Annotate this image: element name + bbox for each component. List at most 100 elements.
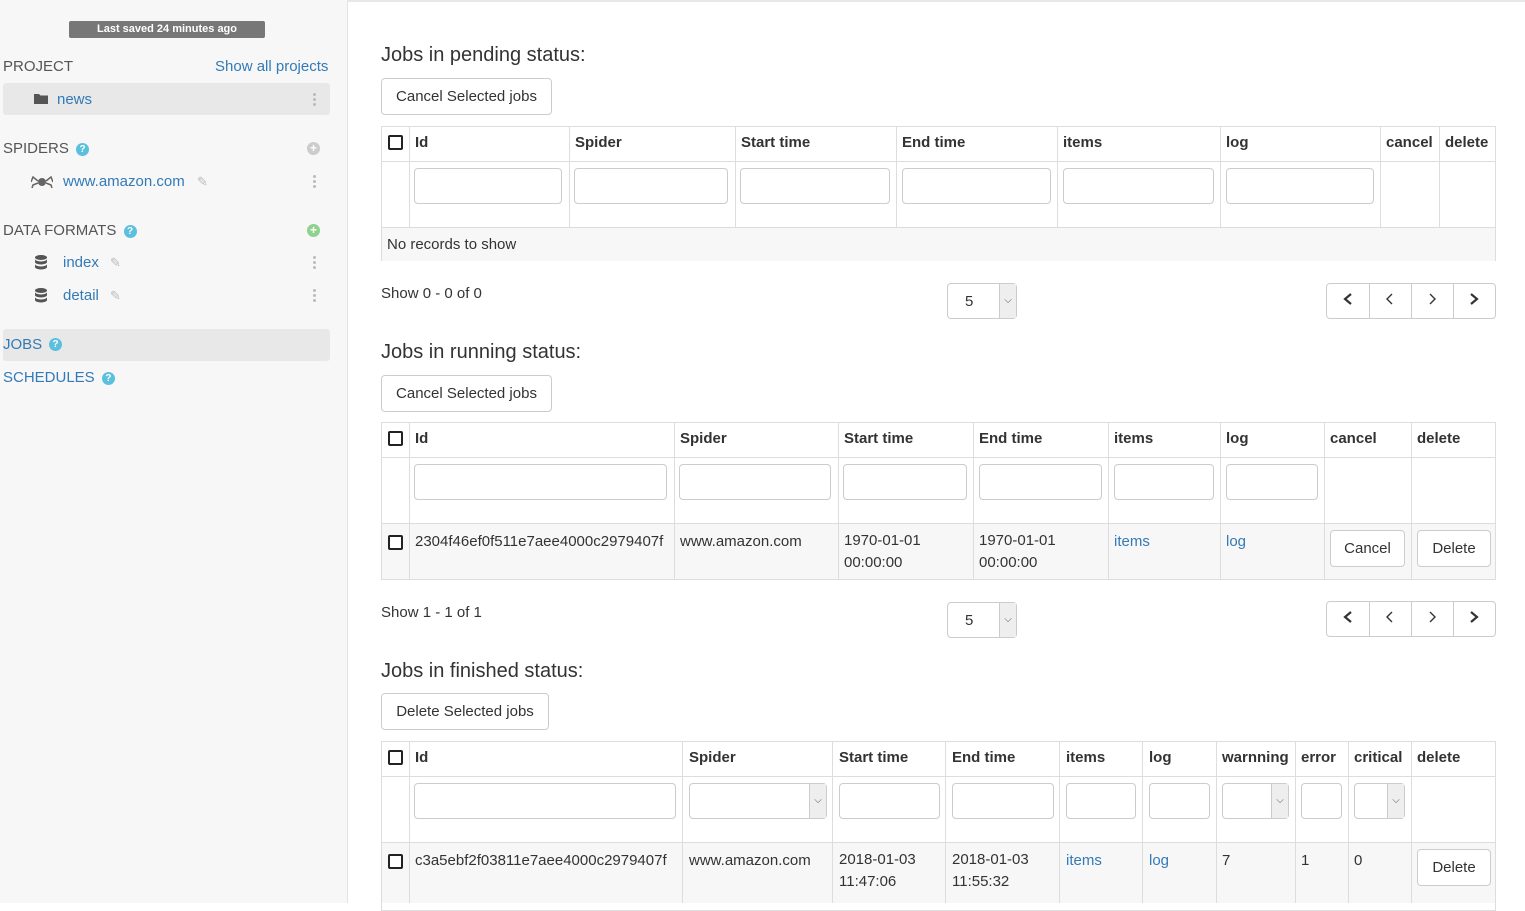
- data-formats-help-icon[interactable]: ?: [123, 225, 137, 238]
- add-spider-icon[interactable]: +: [307, 142, 320, 155]
- running-filter-items[interactable]: [1114, 464, 1214, 500]
- pending-col-delete[interactable]: delete: [1440, 127, 1495, 161]
- finished-col-spider[interactable]: Spider: [683, 742, 833, 776]
- running-row-delete-button[interactable]: Delete: [1417, 530, 1491, 567]
- first-page-icon[interactable]: [1327, 602, 1370, 636]
- running-row-log-link[interactable]: log: [1226, 533, 1246, 550]
- running-page-size-select[interactable]: 5 ⌵: [947, 602, 1017, 638]
- edit-spider-pencil-icon[interactable]: ✎: [197, 174, 208, 190]
- pending-select-all-checkbox[interactable]: [388, 135, 403, 150]
- finished-col-error[interactable]: error: [1296, 742, 1349, 776]
- running-filter-end-time[interactable]: [979, 464, 1102, 500]
- finished-filter-critical-select[interactable]: ⌵: [1354, 783, 1405, 819]
- index-menu-icon[interactable]: [313, 256, 317, 271]
- running-pager: [1326, 601, 1496, 637]
- finished-col-items[interactable]: items: [1060, 742, 1143, 776]
- cancel-selected-pending-button[interactable]: Cancel Selected jobs: [381, 78, 552, 115]
- last-page-icon[interactable]: [1453, 284, 1495, 318]
- pending-filter-log[interactable]: [1226, 168, 1374, 204]
- finished-row-start: 2018-01-03 11:47:06: [833, 843, 946, 903]
- finished-filter-start-time[interactable]: [839, 783, 940, 819]
- edit-detail-pencil-icon[interactable]: ✎: [110, 288, 121, 304]
- pending-col-items[interactable]: items: [1058, 127, 1221, 161]
- finished-filter-warnning-select[interactable]: ⌵: [1222, 783, 1289, 819]
- pending-col-end-time[interactable]: End time: [897, 127, 1058, 161]
- finished-col-log[interactable]: log: [1143, 742, 1217, 776]
- pending-filter-spider[interactable]: [574, 168, 728, 204]
- data-format-item-detail[interactable]: detail: [63, 287, 99, 304]
- pending-col-start-time[interactable]: Start time: [736, 127, 897, 161]
- running-row-items-link[interactable]: items: [1114, 533, 1150, 550]
- running-filter-spider[interactable]: [679, 464, 831, 500]
- pending-filter-start-time[interactable]: [740, 168, 890, 204]
- running-filter-log[interactable]: [1226, 464, 1318, 500]
- nav-schedules[interactable]: SCHEDULES ?: [3, 369, 115, 386]
- finished-end-date: 2018-01-03: [952, 851, 1029, 868]
- show-all-projects-link[interactable]: Show all projects: [215, 58, 328, 75]
- finished-filter-id[interactable]: [414, 783, 676, 819]
- finished-col-delete[interactable]: delete: [1412, 742, 1495, 776]
- finished-row-checkbox[interactable]: [388, 854, 403, 869]
- nav-jobs-label: JOBS: [3, 336, 43, 353]
- data-format-item-index[interactable]: index: [63, 254, 99, 271]
- nav-jobs[interactable]: JOBS ?: [3, 329, 330, 361]
- spider-menu-icon[interactable]: [313, 175, 317, 190]
- edit-index-pencil-icon[interactable]: ✎: [110, 255, 121, 271]
- finished-filter-items[interactable]: [1066, 783, 1136, 819]
- running-row-checkbox[interactable]: [388, 535, 403, 550]
- running-start-date: 1970-01-01: [844, 532, 921, 549]
- finished-filter-log[interactable]: [1149, 783, 1210, 819]
- pending-filter-end-time[interactable]: [902, 168, 1051, 204]
- running-col-end-time[interactable]: End time: [974, 423, 1109, 457]
- finished-filter-end-time[interactable]: [952, 783, 1054, 819]
- finished-filter-spider-select[interactable]: ⌵: [689, 783, 827, 819]
- project-menu-icon[interactable]: [313, 93, 317, 108]
- pending-page-size-select[interactable]: 5 ⌵: [947, 283, 1017, 319]
- first-page-icon[interactable]: [1327, 284, 1370, 318]
- add-data-format-icon[interactable]: +: [307, 224, 320, 237]
- pending-col-id[interactable]: Id: [410, 127, 570, 161]
- finished-filter-error[interactable]: [1301, 783, 1342, 819]
- finished-col-warnning[interactable]: warnning: [1217, 742, 1296, 776]
- running-row-spider: www.amazon.com: [675, 524, 839, 579]
- running-row-cancel-button[interactable]: Cancel: [1330, 530, 1405, 567]
- finished-row-spider: www.amazon.com: [683, 843, 833, 903]
- running-select-all-checkbox[interactable]: [388, 431, 403, 446]
- running-col-log[interactable]: log: [1221, 423, 1325, 457]
- finished-row-delete-button[interactable]: Delete: [1417, 849, 1491, 886]
- jobs-help-icon[interactable]: ?: [49, 338, 62, 351]
- finished-select-all-checkbox[interactable]: [388, 750, 403, 765]
- delete-selected-finished-button[interactable]: Delete Selected jobs: [381, 693, 549, 730]
- running-col-items[interactable]: items: [1109, 423, 1221, 457]
- spiders-help-icon[interactable]: ?: [76, 143, 90, 156]
- finished-col-critical[interactable]: critical: [1349, 742, 1412, 776]
- running-col-id[interactable]: Id: [410, 423, 675, 457]
- prev-page-icon[interactable]: [1369, 602, 1412, 636]
- next-page-icon[interactable]: [1411, 284, 1454, 318]
- schedules-help-icon[interactable]: ?: [101, 372, 115, 385]
- last-page-icon[interactable]: [1453, 602, 1495, 636]
- pending-filter-items[interactable]: [1063, 168, 1214, 204]
- pending-col-cancel[interactable]: cancel: [1381, 127, 1440, 161]
- project-item-news[interactable]: news: [3, 83, 330, 115]
- finished-row-log-link[interactable]: log: [1149, 852, 1169, 869]
- running-filter-start-time[interactable]: [843, 464, 967, 500]
- finished-col-id[interactable]: Id: [410, 742, 683, 776]
- finished-col-end-time[interactable]: End time: [946, 742, 1060, 776]
- next-page-icon[interactable]: [1411, 602, 1454, 636]
- spiders-header-label: SPIDERS: [3, 140, 69, 157]
- prev-page-icon[interactable]: [1369, 284, 1412, 318]
- running-col-spider[interactable]: Spider: [675, 423, 839, 457]
- running-col-cancel[interactable]: cancel: [1325, 423, 1412, 457]
- pending-col-spider[interactable]: Spider: [570, 127, 736, 161]
- running-col-start-time[interactable]: Start time: [839, 423, 974, 457]
- pending-col-log[interactable]: log: [1221, 127, 1381, 161]
- detail-menu-icon[interactable]: [313, 289, 317, 304]
- finished-col-start-time[interactable]: Start time: [833, 742, 946, 776]
- spider-item-amazon[interactable]: www.amazon.com: [63, 173, 185, 190]
- pending-filter-id[interactable]: [414, 168, 562, 204]
- finished-row-items-link[interactable]: items: [1066, 852, 1102, 869]
- running-filter-id[interactable]: [414, 464, 667, 500]
- running-col-delete[interactable]: delete: [1412, 423, 1495, 457]
- cancel-selected-running-button[interactable]: Cancel Selected jobs: [381, 375, 552, 412]
